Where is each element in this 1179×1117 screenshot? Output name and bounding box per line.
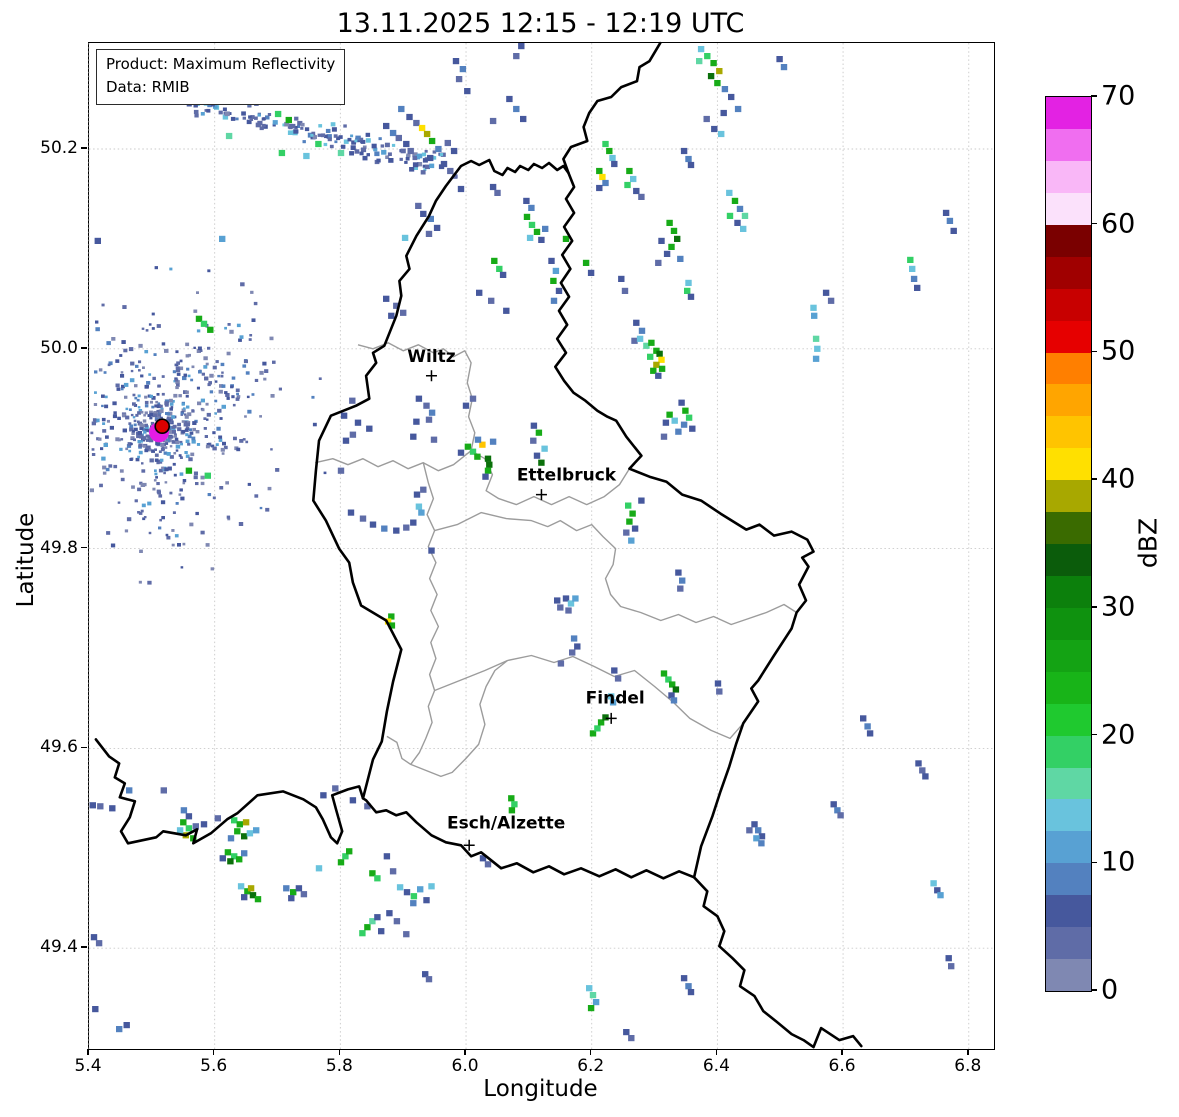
x-tick-label: 5.6	[200, 1056, 228, 1076]
colorbar-segment	[1046, 192, 1091, 225]
city-marker: Findel	[586, 688, 645, 724]
data-source-line: Data: RMIB	[106, 78, 190, 96]
city-label: Esch/Alzette	[447, 813, 565, 833]
radar-figure-page: { "chart_data": { "type": "heatmap", "ti…	[0, 0, 1179, 1117]
x-tick-mark	[87, 1049, 89, 1055]
colorbar-segment	[1046, 256, 1091, 289]
city-label: Wiltz	[407, 347, 456, 367]
x-tick-mark	[212, 1049, 215, 1055]
city-label: Ettelbruck	[517, 466, 617, 486]
x-axis-label: Longitude	[483, 1076, 598, 1102]
product-annotation-box: Product: Maximum Reflectivity Data: RMIB	[96, 49, 346, 105]
colorbar-segment	[1046, 831, 1091, 864]
colorbar-segment	[1046, 607, 1091, 640]
x-tick-mark	[589, 1049, 592, 1055]
colorbar-segment	[1046, 544, 1091, 577]
radar-clutter-speckles	[89, 85, 458, 585]
colorbar-segment	[1046, 448, 1091, 481]
colorbar-segment	[1046, 799, 1091, 832]
colorbar	[1045, 96, 1092, 992]
y-tick-mark	[81, 546, 87, 549]
colorbar-tick-label: 10	[1101, 846, 1136, 878]
colorbar-segment	[1046, 224, 1091, 257]
figure-title: 13.11.2025 12:15 - 12:19 UTC	[336, 8, 745, 39]
map-canvas: Wiltz Ettelbruck Findel Esch/Alzette	[88, 41, 994, 1049]
colorbar-tick-label: 70	[1101, 80, 1136, 112]
colorbar-segment	[1046, 927, 1091, 960]
colorbar-segment	[1046, 384, 1091, 417]
y-tick-mark	[81, 147, 87, 149]
x-tick-mark	[967, 1049, 969, 1055]
x-tick-mark	[338, 1049, 341, 1055]
x-tick-label: 6.2	[577, 1056, 605, 1076]
y-tick-label: 50.0	[40, 337, 78, 358]
colorbar-segment	[1046, 863, 1091, 896]
y-tick-label: 49.8	[40, 537, 78, 558]
colorbar-segment	[1046, 352, 1091, 385]
colorbar-tick-label: 30	[1101, 591, 1136, 623]
city-marker: Esch/Alzette	[447, 813, 565, 851]
colorbar-segment	[1046, 767, 1091, 800]
reflectivity-echo-cells	[89, 43, 957, 1042]
colorbar-segment	[1046, 480, 1091, 513]
city-marker: Ettelbruck	[517, 466, 617, 501]
y-tick-mark	[81, 746, 87, 749]
colorbar-segment	[1046, 639, 1091, 672]
y-tick-mark	[81, 347, 87, 349]
map-plot-area: Wiltz Ettelbruck Findel Esch/Alzette Produc…	[88, 41, 995, 1050]
x-tick-label: 5.8	[325, 1056, 353, 1076]
colorbar-segment	[1046, 288, 1091, 321]
x-tick-mark	[841, 1049, 843, 1055]
x-tick-label: 6.4	[702, 1056, 730, 1076]
country-borders	[94, 41, 863, 1049]
x-tick-label: 6.8	[954, 1056, 982, 1076]
colorbar-label: dBZ	[1133, 517, 1163, 569]
colorbar-tick-label: 20	[1101, 719, 1136, 751]
y-tick-label: 49.6	[40, 737, 78, 758]
y-tick-label: 49.4	[40, 937, 78, 958]
colorbar-segment	[1046, 416, 1091, 449]
colorbar-segment	[1046, 959, 1091, 991]
colorbar-segment	[1046, 129, 1091, 162]
product-line: Product: Maximum Reflectivity	[106, 55, 336, 73]
y-tick-mark	[81, 946, 87, 948]
colorbar-segment	[1046, 320, 1091, 353]
colorbar-segment	[1046, 97, 1091, 130]
city-marker: Wiltz	[407, 347, 456, 382]
colorbar-segment	[1046, 161, 1091, 193]
city-label: Findel	[586, 688, 645, 708]
colorbar-tick-label: 40	[1101, 463, 1136, 495]
x-tick-mark	[464, 1049, 466, 1055]
colorbar-segment	[1046, 671, 1091, 704]
grid-lines	[88, 43, 994, 1049]
colorbar-tick-label: 0	[1101, 974, 1119, 1006]
y-axis-label: Latitude	[13, 512, 39, 608]
y-tick-label: 50.2	[40, 137, 78, 158]
colorbar-segment	[1046, 512, 1091, 545]
colorbar-tick-label: 60	[1101, 208, 1136, 240]
colorbar-segment	[1046, 895, 1091, 928]
x-tick-label: 5.4	[74, 1056, 102, 1076]
colorbar-segment	[1046, 576, 1091, 608]
x-tick-label: 6.6	[828, 1056, 856, 1076]
colorbar-segment	[1046, 735, 1091, 768]
colorbar-segment	[1046, 703, 1091, 736]
x-tick-mark	[715, 1049, 718, 1055]
colorbar-tick-label: 50	[1101, 335, 1136, 367]
x-tick-label: 6.0	[451, 1056, 479, 1076]
